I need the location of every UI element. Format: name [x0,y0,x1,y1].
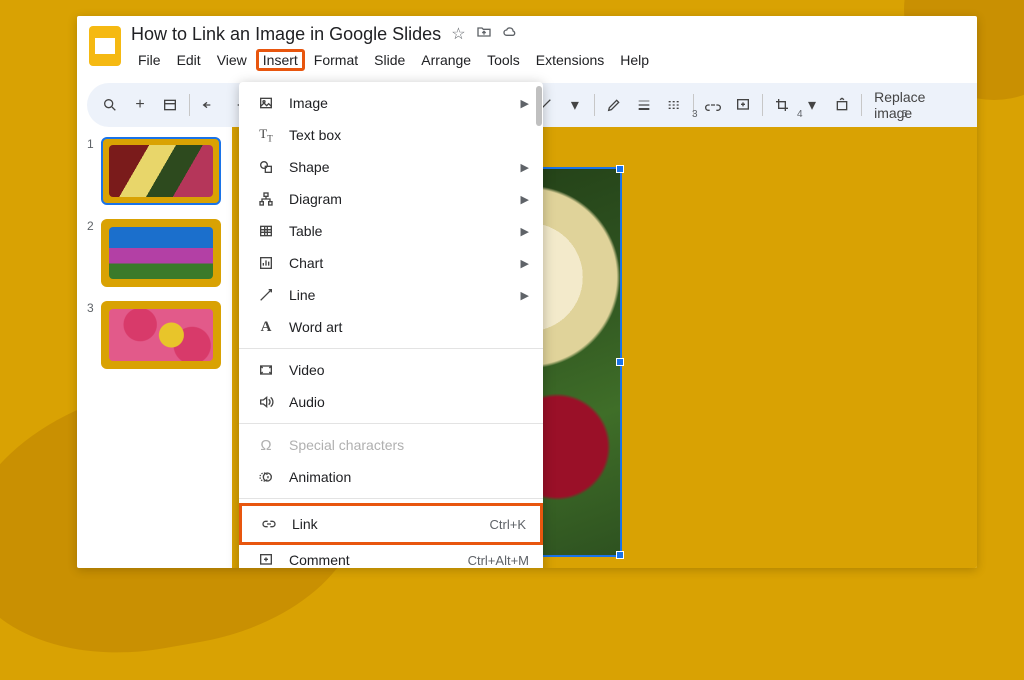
cloud-status-icon[interactable] [502,24,518,45]
resize-handle[interactable] [616,551,624,559]
menu-item-label: Animation [289,469,351,485]
image-icon [255,95,277,111]
line-icon [255,287,277,303]
document-title[interactable]: How to Link an Image in Google Slides [131,24,441,45]
menu-item-label: Special characters [289,437,404,453]
thumb-number: 3 [87,301,95,315]
submenu-arrow-icon: ▶ [521,257,529,270]
audio-icon [255,394,277,410]
menu-item-label: Video [289,362,325,378]
menu-help[interactable]: Help [613,49,656,71]
separator [239,498,543,499]
keyboard-shortcut: Ctrl+Alt+M [468,553,529,568]
slide-thumbnail[interactable] [101,301,221,369]
menu-item-label: Diagram [289,191,342,207]
thumb-number: 2 [87,219,95,233]
menu-arrange[interactable]: Arrange [414,49,478,71]
comment-add-icon [255,552,277,568]
chart-icon [255,255,277,271]
wordart-icon: A [255,319,277,336]
menu-item-audio[interactable]: Audio [239,386,543,418]
menu-item-label: Table [289,223,322,239]
slides-window: How to Link an Image in Google Slides ☆ … [77,16,977,568]
video-icon [255,362,277,378]
menu-item-label: Image [289,95,328,111]
menu-extensions[interactable]: Extensions [529,49,611,71]
slides-logo-icon[interactable] [89,26,121,66]
search-icon[interactable] [97,91,123,119]
thumb-image [109,145,213,197]
menubar: File Edit View Insert Format Slide Arran… [131,49,965,71]
menu-item-animation[interactable]: Animation [239,461,543,493]
slide-thumbnail[interactable] [101,219,221,287]
menu-tools[interactable]: Tools [480,49,527,71]
menu-item-label: Comment [289,552,350,568]
omega-icon: Ω [255,437,277,454]
menu-item-label: Shape [289,159,329,175]
ruler-tick: 4 [797,109,803,120]
menu-item-line[interactable]: Line ▶ [239,279,543,311]
resize-handle[interactable] [616,358,624,366]
menu-edit[interactable]: Edit [170,49,208,71]
menu-item-special-characters: Ω Special characters [239,429,543,461]
menu-view[interactable]: View [210,49,254,71]
insert-menu-dropdown: Image ▶ TT Text box Shape ▶ Diagram ▶ Ta… [239,82,543,568]
menu-item-label: Link [292,516,318,532]
menu-insert[interactable]: Insert [256,49,305,71]
diagram-icon [255,191,277,207]
menu-item-video[interactable]: Video [239,354,543,386]
menu-item-label: Chart [289,255,323,271]
menu-item-image[interactable]: Image ▶ [239,87,543,119]
menu-item-label: Word art [289,319,342,335]
submenu-arrow-icon: ▶ [521,97,529,110]
menu-item-table[interactable]: Table ▶ [239,215,543,247]
submenu-arrow-icon: ▶ [521,193,529,206]
separator [189,94,190,116]
menu-item-textbox[interactable]: TT Text box [239,119,543,151]
ruler-tick: 5 [902,109,908,120]
menu-item-link[interactable]: Link Ctrl+K [239,503,543,545]
thumb-image [109,227,213,279]
separator [239,348,543,349]
menu-item-diagram[interactable]: Diagram ▶ [239,183,543,215]
ruler-tick: 3 [692,109,698,120]
shape-icon [255,159,277,175]
textbox-icon: TT [255,126,277,144]
move-folder-icon[interactable] [476,24,492,45]
submenu-arrow-icon: ▶ [521,289,529,302]
undo-icon[interactable] [196,91,222,119]
menu-item-label: Text box [289,127,341,143]
submenu-arrow-icon: ▶ [521,161,529,174]
table-icon [255,223,277,239]
menu-item-comment[interactable]: Comment Ctrl+Alt+M [239,544,543,568]
keyboard-shortcut: Ctrl+K [490,517,526,532]
thumb-number: 1 [87,137,95,151]
menu-slide[interactable]: Slide [367,49,412,71]
new-slide-icon[interactable]: + [127,91,153,119]
link-icon [258,516,280,532]
animation-icon [255,469,277,485]
menu-item-label: Audio [289,394,325,410]
menu-format[interactable]: Format [307,49,365,71]
header: How to Link an Image in Google Slides ☆ … [77,16,977,71]
menu-item-chart[interactable]: Chart ▶ [239,247,543,279]
menu-item-label: Line [289,287,315,303]
layout-icon[interactable] [157,91,183,119]
separator [239,423,543,424]
slide-thumbnails: 1 2 3 [77,127,232,568]
star-icon[interactable]: ☆ [451,24,465,45]
slide-thumbnail[interactable] [101,137,221,205]
menu-item-wordart[interactable]: A Word art [239,311,543,343]
thumb-image [109,309,213,361]
resize-handle[interactable] [616,165,624,173]
submenu-arrow-icon: ▶ [521,225,529,238]
menu-item-shape[interactable]: Shape ▶ [239,151,543,183]
menu-file[interactable]: File [131,49,168,71]
